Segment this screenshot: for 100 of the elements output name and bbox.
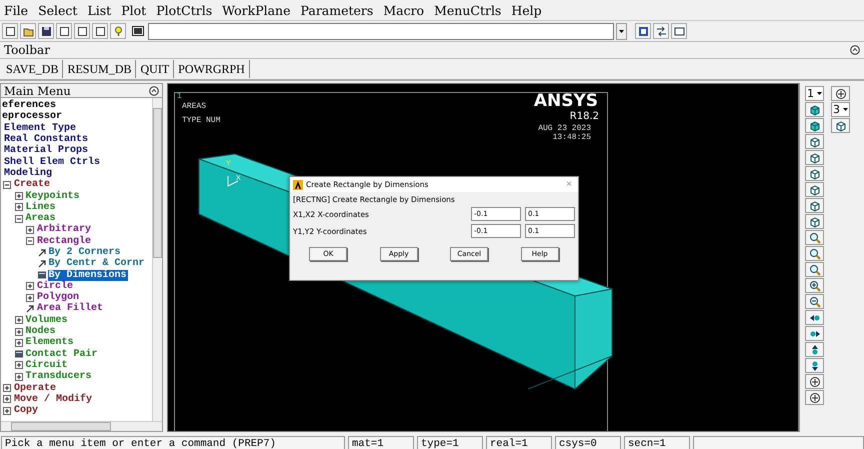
menu-tree-item[interactable]: Transducers (24, 371, 93, 382)
open-folder-button[interactable] (20, 23, 36, 39)
expand-icon[interactable] (3, 395, 11, 404)
menu-tree-item[interactable]: Contact Pair (24, 348, 99, 360)
menu-tree-item[interactable]: Operate (13, 382, 58, 394)
snap-button[interactable] (831, 118, 850, 133)
status-field: Pick a menu item or enter a command (PREP7) (1, 436, 345, 449)
menu-tree-item[interactable]: By Dimensions (48, 270, 128, 281)
menu-tree-item[interactable]: By 2 Corners (48, 247, 122, 258)
view-button[interactable] (805, 150, 824, 165)
menu-tree-item[interactable]: By Centr & Cornr (48, 258, 146, 270)
scrollbar[interactable] (152, 98, 162, 421)
menu-tree-item[interactable]: Shell Elem Ctrls (3, 156, 102, 168)
menu-item[interactable]: Parameters (300, 2, 374, 18)
menu-item[interactable]: Help (511, 2, 542, 18)
expand-icon[interactable] (26, 294, 34, 302)
window-select[interactable]: 1 (805, 86, 824, 101)
expand-icon[interactable] (14, 338, 22, 347)
save-icon (40, 26, 52, 36)
pan-button[interactable] (805, 310, 824, 325)
zoom-icon (808, 248, 820, 260)
menu-tree-item[interactable]: Areas (24, 213, 57, 224)
menu-tree-item[interactable]: Keypoints (24, 190, 81, 202)
zoom-button[interactable] (805, 294, 824, 309)
menu-tree-item[interactable]: Element Type (3, 122, 78, 134)
scrollbar[interactable] (1, 421, 162, 431)
open-folder-icon (22, 26, 34, 36)
view-button[interactable] (805, 198, 824, 213)
expand-icon[interactable] (14, 361, 22, 370)
menu-item[interactable]: File (4, 2, 28, 18)
menu-tree-item[interactable]: Move / Modify (13, 394, 94, 405)
menu-tree-item[interactable]: Area Fillet (36, 303, 104, 314)
zoom-icon (808, 280, 820, 292)
expand-icon[interactable] (14, 316, 22, 324)
menu-item[interactable]: Plot (121, 2, 146, 18)
menu-tree-item[interactable]: Lines (24, 202, 57, 213)
expand-icon[interactable] (14, 203, 22, 212)
collapse-icon[interactable] (850, 45, 860, 55)
menu-tree-item[interactable]: Polygon (36, 292, 80, 304)
date-label: AUG 23 2023 (538, 124, 591, 133)
dropdown-caret-icon[interactable] (616, 22, 627, 40)
menu-tree-item[interactable]: eferences (1, 100, 58, 112)
zoom-button[interactable] (805, 246, 824, 261)
collapse-icon[interactable] (26, 237, 34, 246)
menu-tree-item[interactable]: Modeling (3, 168, 54, 179)
menu-tree-item[interactable]: Arbitrary (36, 224, 92, 236)
command-field[interactable] (148, 22, 614, 40)
view-button[interactable] (805, 182, 824, 197)
options-button[interactable] (653, 23, 669, 39)
rotate-button[interactable] (805, 390, 824, 405)
expand-icon[interactable] (14, 372, 22, 381)
expand-icon[interactable] (3, 406, 11, 415)
collapse-icon[interactable] (3, 180, 11, 189)
collapse-icon[interactable] (149, 86, 159, 96)
pan-button[interactable] (805, 326, 824, 341)
menu-item[interactable]: WorkPlane (222, 2, 291, 18)
pan-button[interactable] (805, 342, 824, 357)
iso-view-button[interactable] (805, 102, 824, 117)
menu-tree-item[interactable]: Elements (24, 337, 75, 348)
view-select[interactable]: 3 (831, 102, 850, 117)
menu-item[interactable]: MenuCtrls (434, 2, 502, 18)
menu-tree-item[interactable]: Nodes (24, 326, 57, 338)
dialog-icon (38, 271, 46, 280)
contour-button[interactable] (635, 23, 651, 39)
expand-icon[interactable] (3, 384, 11, 392)
menu-tree-item[interactable]: Real Constants (3, 134, 90, 146)
menu-tree-item[interactable]: Circle (36, 280, 74, 292)
menu-item[interactable]: Macro (383, 2, 424, 18)
menu-tree-item[interactable]: eprocessor (1, 111, 64, 122)
save-button[interactable] (38, 23, 54, 39)
menu-tree-item[interactable]: Material Props (3, 145, 90, 156)
help-button[interactable] (110, 23, 126, 39)
expand-icon[interactable] (26, 226, 34, 234)
pick-arrow-icon (26, 304, 34, 313)
view-button[interactable] (805, 214, 824, 229)
dynamic-mode-button[interactable] (831, 86, 850, 101)
pan-button[interactable] (805, 358, 824, 373)
menu-item[interactable]: Select (38, 2, 78, 18)
view-button[interactable] (805, 134, 824, 149)
menu-tree-item[interactable]: Circuit (24, 360, 69, 371)
plot-label: AREAS (182, 102, 206, 111)
menu-tree-item[interactable]: Rectangle (36, 236, 92, 247)
menu-tree-item[interactable]: Create (13, 179, 52, 190)
caret-icon (817, 92, 822, 95)
expand-icon[interactable] (26, 282, 34, 290)
hide-button[interactable] (671, 23, 687, 39)
menu-item[interactable]: List (87, 2, 112, 18)
view-button[interactable] (805, 166, 824, 181)
new-file-button[interactable] (2, 23, 18, 39)
zoom-button[interactable] (805, 262, 824, 277)
rotate-button[interactable] (805, 374, 824, 389)
expand-icon[interactable] (14, 328, 22, 336)
collapse-icon[interactable] (14, 214, 22, 223)
zoom-button[interactable] (805, 230, 824, 245)
zoom-button[interactable] (805, 278, 824, 293)
expand-icon[interactable] (14, 192, 22, 200)
menu-item[interactable]: PlotCtrls (156, 2, 212, 18)
oblique-view-button[interactable] (805, 118, 824, 133)
menu-tree-item[interactable]: Volumes (24, 314, 69, 326)
menu-tree-item[interactable]: Copy (13, 405, 40, 416)
